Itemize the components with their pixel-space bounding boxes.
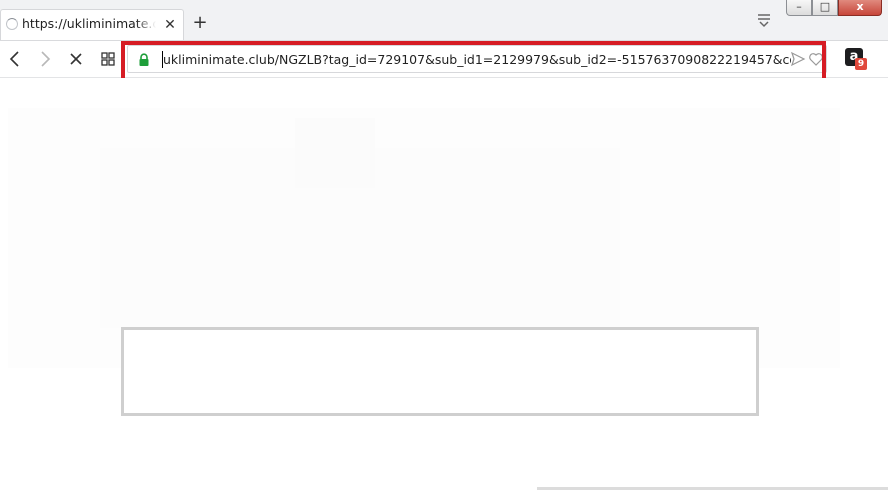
new-tab-button[interactable]: + bbox=[190, 13, 210, 33]
url-text[interactable]: ukliminimate.club/NGZLB?tag_id=729107&su… bbox=[163, 51, 791, 69]
tab-strip: https://ukliminimate.club/NGZLB?tag_id=7… bbox=[0, 0, 888, 41]
heart-icon[interactable] bbox=[808, 51, 824, 67]
send-icon[interactable] bbox=[790, 51, 806, 67]
chevron-right-icon bbox=[41, 51, 51, 67]
lock-icon[interactable] bbox=[137, 52, 151, 66]
empty-content-frame bbox=[121, 327, 759, 416]
forward-button[interactable] bbox=[34, 48, 56, 70]
close-icon bbox=[70, 53, 82, 65]
minimize-icon: – bbox=[796, 0, 802, 13]
speed-dial-button[interactable] bbox=[97, 48, 119, 70]
grid-icon bbox=[101, 52, 115, 66]
spinner-icon bbox=[6, 18, 18, 30]
tab-menu-icon[interactable] bbox=[754, 10, 774, 30]
chevron-left-icon bbox=[9, 51, 19, 67]
window-close-button[interactable]: x bbox=[838, 0, 882, 16]
page-content bbox=[0, 78, 888, 490]
maximize-icon: □ bbox=[819, 0, 831, 13]
browser-toolbar: ukliminimate.club/NGZLB?tag_id=729107&su… bbox=[0, 41, 888, 78]
tab-close-button[interactable]: ✕ bbox=[161, 16, 179, 34]
window-minimize-button[interactable]: – bbox=[786, 0, 812, 16]
tab-title: https://ukliminimate.club/NGZLB?tag_id=7… bbox=[22, 16, 156, 31]
extension-badge: 9 bbox=[855, 58, 867, 70]
page-background-panel bbox=[295, 118, 375, 188]
stop-loading-button[interactable] bbox=[65, 48, 87, 70]
address-bar[interactable]: ukliminimate.club/NGZLB?tag_id=729107&su… bbox=[127, 45, 827, 73]
close-icon: x bbox=[856, 0, 864, 13]
browser-tab[interactable]: https://ukliminimate.club/NGZLB?tag_id=7… bbox=[0, 9, 184, 40]
back-button[interactable] bbox=[4, 48, 26, 70]
window-maximize-button[interactable]: □ bbox=[812, 0, 838, 16]
